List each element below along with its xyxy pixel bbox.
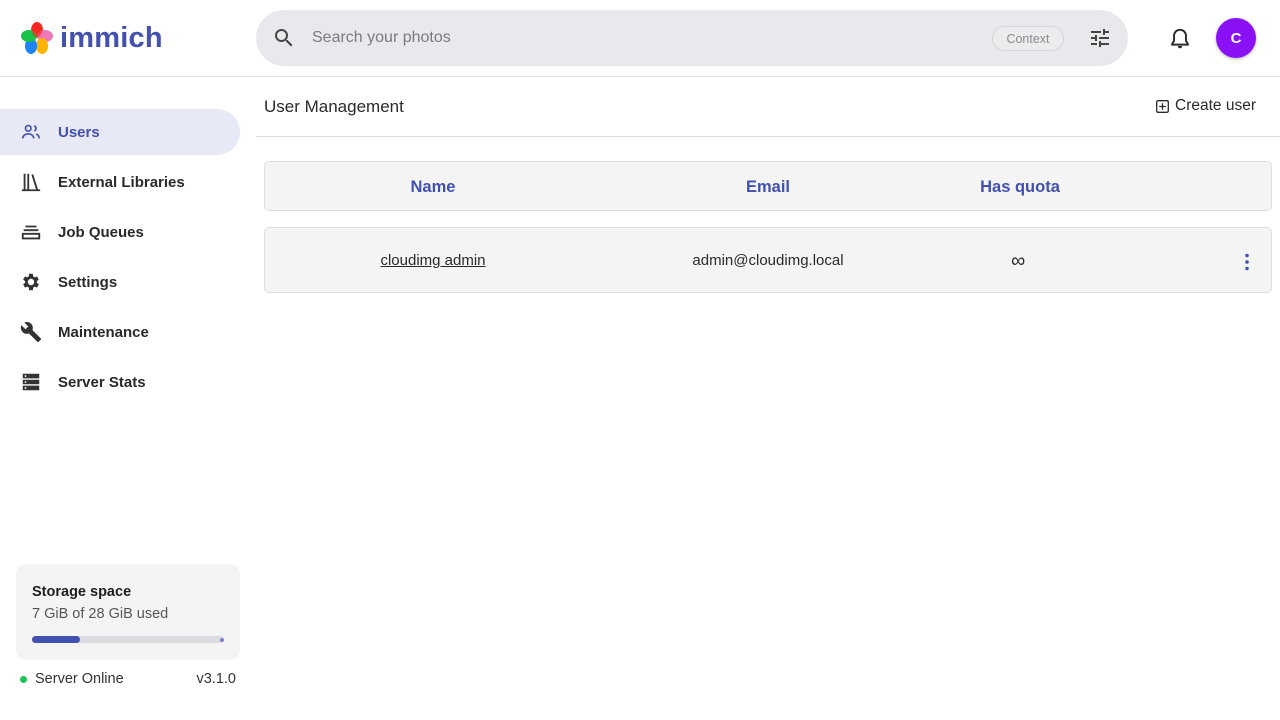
page-header: User Management Create user	[256, 77, 1280, 137]
plus-box-icon	[1156, 99, 1169, 113]
sidebar-item-maintenance[interactable]: Maintenance	[0, 309, 240, 355]
sidebar-item-external-libraries[interactable]: External Libraries	[0, 159, 240, 205]
user-name-link[interactable]: cloudimg admin	[345, 252, 521, 269]
page-title: User Management	[264, 97, 404, 116]
storage-title: Storage space	[32, 584, 132, 600]
sidebar-item-label: Maintenance	[58, 323, 149, 341]
storage-progress-fill	[32, 636, 80, 643]
user-avatar[interactable]: C	[1216, 18, 1256, 58]
search-icon[interactable]	[272, 26, 296, 50]
sidebar: Users External Libraries Job Queues Sett…	[0, 77, 256, 720]
create-user-button[interactable]: Create user	[1156, 97, 1256, 115]
quota-infinity: ∞	[1011, 250, 1026, 272]
sidebar-item-label: External Libraries	[58, 173, 185, 191]
immich-logo-icon	[21, 22, 53, 54]
search-bar[interactable]: Context	[256, 10, 1128, 66]
server-icon	[20, 371, 42, 393]
storage-space-card: Storage space 7 GiB of 28 GiB used	[16, 564, 240, 660]
sidebar-item-label: Users	[58, 123, 100, 141]
users-icon	[20, 121, 42, 143]
server-version[interactable]: v3.1.0	[197, 671, 237, 687]
app-logo[interactable]: immich	[20, 20, 163, 56]
storage-usage: 7 GiB of 28 GiB used	[32, 606, 169, 622]
status-online-dot	[20, 675, 27, 683]
main-content: User Management Create user Name Email H…	[256, 77, 1280, 720]
sidebar-item-label: Server Stats	[58, 373, 146, 391]
column-header-email: Email	[745, 178, 791, 196]
context-search-toggle[interactable]: Context	[992, 26, 1064, 51]
sidebar-item-label: Job Queues	[58, 223, 144, 241]
bell-icon[interactable]	[1167, 26, 1193, 52]
more-options-icon[interactable]	[1235, 250, 1259, 274]
sidebar-item-users[interactable]: Users	[0, 109, 240, 155]
table-row: cloudimg admin admin@cloudimg.local ∞	[264, 227, 1272, 293]
server-status-text: Server Online	[35, 671, 124, 687]
job-queue-icon	[20, 221, 42, 243]
sidebar-item-server-stats[interactable]: Server Stats	[0, 359, 240, 405]
gear-icon	[20, 271, 42, 293]
sidebar-item-job-queues[interactable]: Job Queues	[0, 209, 240, 255]
sidebar-item-settings[interactable]: Settings	[0, 259, 240, 305]
user-email: admin@cloudimg.local	[692, 252, 844, 269]
sidebar-item-label: Settings	[58, 273, 118, 291]
wrench-icon	[20, 321, 42, 343]
column-header-has-quota: Has quota	[980, 178, 1060, 196]
table-header: Name Email Has quota	[264, 161, 1272, 211]
search-input[interactable]	[312, 22, 952, 54]
tune-icon[interactable]	[1088, 26, 1112, 50]
create-user-label: Create user	[1175, 97, 1256, 114]
app-name: immich	[60, 21, 163, 54]
library-icon	[20, 171, 42, 193]
storage-progress-bar	[32, 636, 224, 643]
column-header-name: Name	[410, 178, 456, 196]
top-bar: immich Context C	[0, 0, 1280, 77]
server-status: Server Online v3.1.0	[20, 669, 236, 689]
storage-progress-end	[220, 637, 224, 642]
